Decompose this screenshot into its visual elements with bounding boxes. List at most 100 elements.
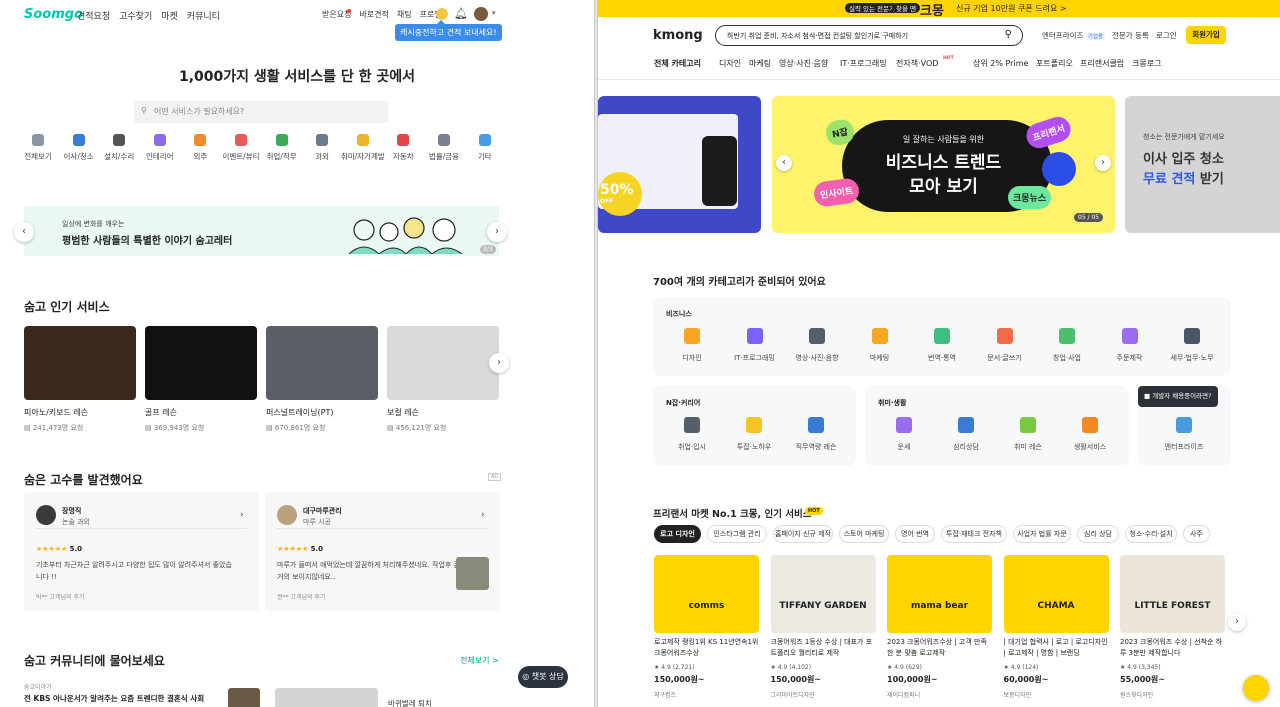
nav-chat[interactable]: 채팅	[397, 9, 412, 20]
enterprise-category[interactable]: 엔터프라이즈	[1158, 417, 1210, 452]
njob-category[interactable]: 직무역량 레슨	[790, 417, 842, 452]
view-all-link[interactable]: 전체보기 >	[460, 655, 499, 666]
category-4[interactable]: 외주	[178, 134, 222, 162]
chip-8[interactable]: 청소·수리·설치	[1125, 525, 1177, 543]
business-category[interactable]: 영상·사진·음향	[791, 328, 843, 363]
split-divider[interactable]	[594, 0, 598, 707]
product-card[interactable]: LITTLE FOREST 2023 크몽어워즈 수상 | 선착순 하루 3분만 …	[1120, 555, 1225, 699]
category-0[interactable]: 전체보기	[16, 134, 60, 162]
nav-direct-quote[interactable]: 바로견적	[359, 9, 388, 20]
menu-item-3[interactable]: 영상·사진·음향	[779, 58, 828, 69]
njob-category[interactable]: 투잡·노하우	[728, 417, 780, 452]
developer-hiring-bubble[interactable]: ■ 개발자 채용중이라면?	[1138, 386, 1218, 407]
menu-item-4[interactable]: IT·프로그래밍	[840, 58, 887, 69]
nav-market[interactable]: 마켓	[161, 9, 178, 22]
chip-7[interactable]: 심리 상담	[1077, 525, 1119, 543]
menu-item-7[interactable]: 포트폴리오	[1036, 58, 1073, 69]
chip-9[interactable]: 사주	[1183, 525, 1210, 543]
community-post-title[interactable]: 전 KBS 아나운서가 알려주는 요즘 트렌디한 결혼식 사회	[24, 693, 204, 704]
chip-3[interactable]: 스토어 마케팅	[839, 525, 889, 543]
login-link[interactable]: 로그인	[1156, 30, 1177, 41]
kmong-chat-icon[interactable]	[1243, 675, 1269, 701]
business-category[interactable]: 문서·글쓰기	[979, 328, 1031, 363]
expert-register-link[interactable]: 전문가 등록	[1112, 30, 1149, 41]
products-next-button[interactable]: ›	[1228, 613, 1246, 631]
nav-find-pro[interactable]: 고수찾기	[119, 9, 152, 22]
service-card[interactable]: 보컬 레슨 ▤ 456,121명 요청	[387, 326, 499, 433]
category-5[interactable]: 이벤트/뷰티	[219, 134, 263, 162]
service-card[interactable]: 퍼스널트레이닝(PT) ▤ 670,861명 요청	[266, 326, 378, 433]
search-icon[interactable]: ⚲	[1005, 29, 1012, 40]
category-1[interactable]: 이사/청소	[57, 134, 101, 162]
business-category[interactable]: 주문제작	[1104, 328, 1156, 363]
category-9[interactable]: 자동차	[381, 134, 425, 162]
banner-prev-button[interactable]: ‹	[14, 222, 34, 242]
menu-item-5[interactable]: 전자책·VOD	[896, 58, 938, 69]
business-category[interactable]: 번역·통역	[916, 328, 968, 363]
menu-item-0[interactable]: 전체 카테고리	[654, 58, 701, 69]
business-category[interactable]: 디자인	[666, 328, 718, 363]
avatar[interactable]	[474, 7, 488, 21]
chatbot-button[interactable]: ◎ 챗봇 상담	[518, 666, 568, 688]
business-category[interactable]: 세무·법무·노무	[1166, 328, 1218, 363]
slide-current[interactable]: 일 잘하는 사람들을 위한 비즈니스 트렌드 모아 보기 N잡 프리랜서 인사이…	[772, 96, 1115, 233]
chip-0[interactable]: 로고 디자인	[654, 525, 701, 543]
soomgo-letter-banner[interactable]: 일상에 변화를 깨우는 평범한 사람들의 특별한 이야기 숨고레터 3/3	[24, 206, 499, 256]
nav-community[interactable]: 커뮤니티	[187, 9, 220, 22]
category-6[interactable]: 취업/직무	[260, 134, 304, 162]
chip-5[interactable]: 투잡·재테크 전자책	[941, 525, 1007, 543]
community-post2-thumb[interactable]	[275, 688, 378, 707]
category-3[interactable]: 인테리어	[138, 134, 182, 162]
search-input[interactable]: 하반기 취업 준비, 자소서 첨삭·면접 컨설팅 할인기로 구매하기 ⚲	[715, 25, 1023, 46]
slide-prev-button[interactable]: ‹	[776, 155, 792, 171]
menu-item-8[interactable]: 프리랜서클럽	[1080, 58, 1124, 69]
bell-icon[interactable]: 🔔︎	[454, 7, 468, 20]
banner-next-button[interactable]: ›	[487, 222, 507, 242]
category-10[interactable]: 법률/금융	[422, 134, 466, 162]
slide-next-button[interactable]: ›	[1095, 155, 1111, 171]
pro-card[interactable]: 대구마루관리 마루 시공 › ★★★★★ 5.0 마루가 들떠서 애먹었는데 깔끔하게 …	[265, 492, 500, 611]
kmong-logo[interactable]: kmong	[653, 28, 703, 43]
service-card[interactable]: 골프 레슨 ▤ 369,943명 요청	[145, 326, 257, 433]
enterprise-link[interactable]: 엔터프라이즈 기업용	[1042, 30, 1105, 41]
category-8[interactable]: 취미/자기계발	[341, 134, 385, 162]
menu-item-1[interactable]: 디자인	[719, 58, 741, 69]
business-category[interactable]: 창업·사업	[1041, 328, 1093, 363]
life-category[interactable]: 취미 레슨	[1002, 417, 1054, 452]
product-card[interactable]: TIFFANY GARDEN 크몽어워즈 1등상 수상 | 대표가 포트폴리오 퀄…	[770, 555, 876, 699]
chip-4[interactable]: 영어 번역	[895, 525, 935, 543]
category-11[interactable]: 기타	[463, 134, 507, 162]
cash-tooltip[interactable]: 캐시충전하고 견적 보내세요!	[395, 20, 502, 41]
product-card[interactable]: CHAMA | 대기업 협력사 | 로고 | 로고디자인 | 로고제작 | 명함 …	[1003, 555, 1109, 699]
nav-quote[interactable]: 견적요청	[77, 9, 110, 22]
community-post2-title[interactable]: 바뀌벌레 퇴치	[388, 698, 432, 707]
category-2[interactable]: 설치/수리	[97, 134, 141, 162]
business-category[interactable]: 마케팅	[854, 328, 906, 363]
menu-item-9[interactable]: 크몽로그	[1132, 58, 1161, 69]
life-category[interactable]: 생활서비스	[1064, 417, 1116, 452]
promo-topbar[interactable]: 실력 있는 전문가 찾을 땐 크몽 신규 기업 10만원 쿠폰 드려요 >	[598, 0, 1280, 19]
life-category[interactable]: 운세	[878, 417, 930, 452]
njob-category[interactable]: 취업·입시	[666, 417, 718, 452]
service-card[interactable]: 피아노/키보드 레슨 ▤ 241,473명 요청	[24, 326, 136, 433]
menu-item-2[interactable]: 마케팅	[749, 58, 771, 69]
menu-item-6[interactable]: 상위 2% Prime	[973, 58, 1028, 69]
cash-icon[interactable]	[436, 8, 448, 20]
pro-card[interactable]: 장명직 논술 과외 › ★★★★★ 5.0 기초부터 차근차근 알려주시고 다양한 팁도…	[24, 492, 259, 611]
business-category[interactable]: IT·프로그래밍	[729, 328, 781, 363]
soomgo-logo[interactable]: Soomgo	[24, 7, 83, 22]
category-7[interactable]: 과외	[300, 134, 344, 162]
chip-6[interactable]: 사업자 법률 자문	[1013, 525, 1071, 543]
search-input[interactable]: ⚲ 어떤 서비스가 필요하세요?	[134, 101, 388, 123]
product-card[interactable]: comms 로고제작 랭킹1위 KS 11년연속1위 크몽어워즈수상 ★ 4.9 (…	[654, 555, 759, 699]
slide-prev[interactable]: 50% OFF	[598, 96, 761, 233]
product-card[interactable]: mama bear 2023 크몽어워즈수상 | 고객 만족한 분 맞춤 로고제작…	[887, 555, 992, 699]
chevron-down-icon[interactable]: ▾	[492, 9, 496, 17]
life-category[interactable]: 심리상담	[940, 417, 992, 452]
join-button[interactable]: 회원가입	[1186, 26, 1226, 44]
chip-2[interactable]: 홈페이지 신규 제작	[773, 525, 833, 543]
chip-1[interactable]: 인스타그램 관리	[707, 525, 767, 543]
community-post-thumb[interactable]	[228, 688, 260, 707]
slide-next[interactable]: 청소는 전문가에게 맡기세요 이사 입주 청소 무료 견적 받기	[1125, 96, 1280, 233]
services-next-button[interactable]: ›	[489, 353, 509, 373]
